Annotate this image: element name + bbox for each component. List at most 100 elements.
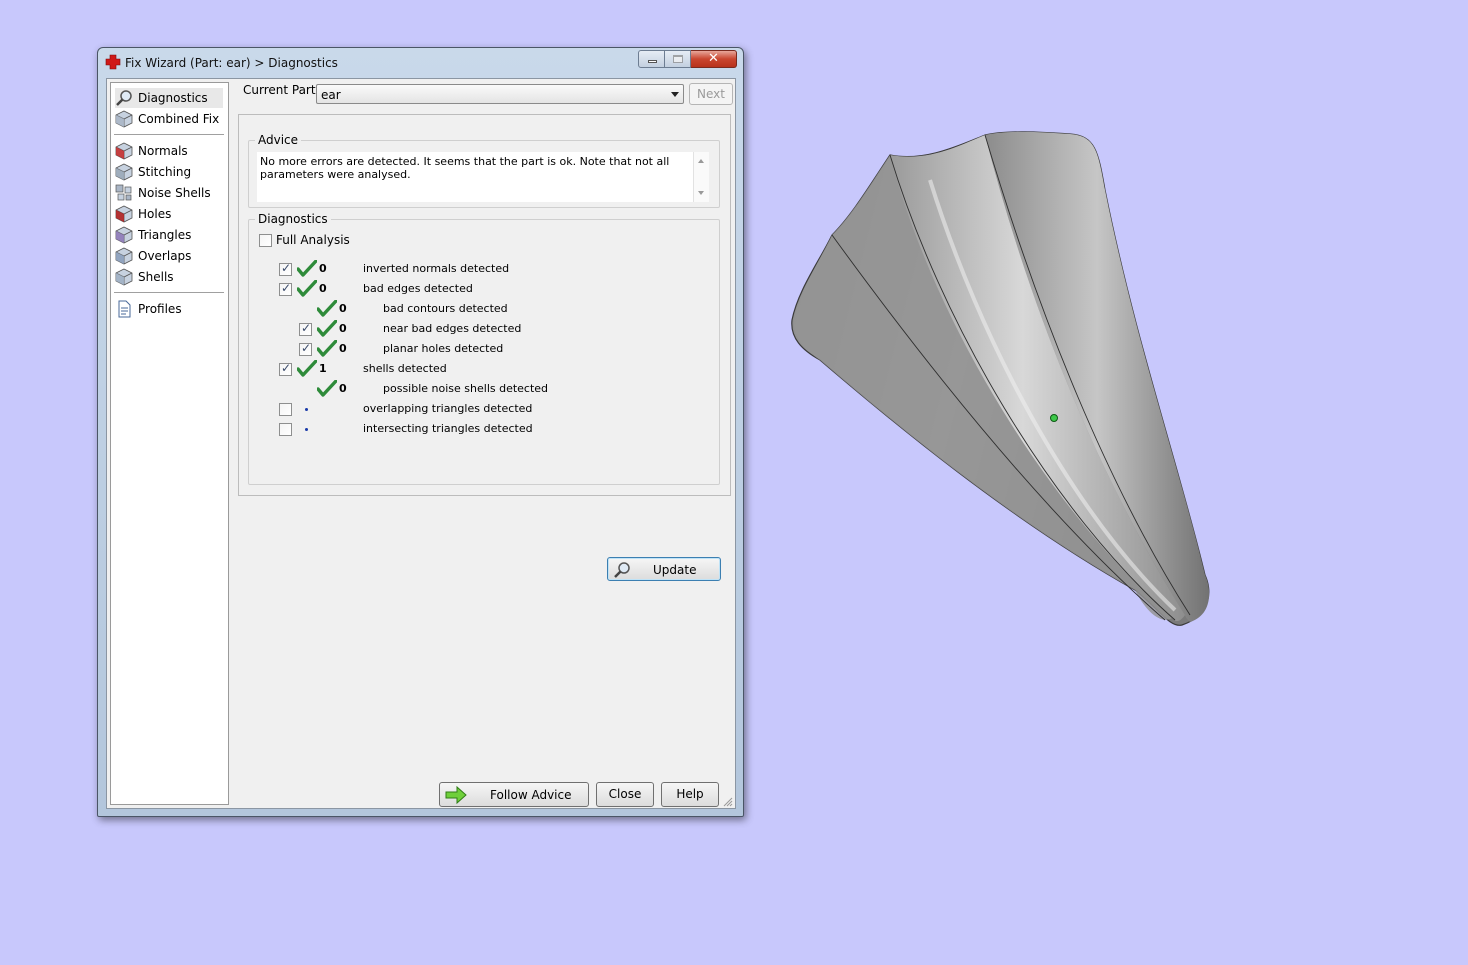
sidebar-item-combined-fix[interactable]: Combined Fix bbox=[115, 109, 223, 129]
diagnostic-count: 0 bbox=[319, 282, 327, 295]
sidebar-item-label: Triangles bbox=[138, 228, 192, 242]
red-cross-icon bbox=[105, 54, 121, 70]
diagnostics-group: Diagnostics Full Analysis 0 inverted norm… bbox=[248, 212, 721, 581]
advice-scrollbar[interactable] bbox=[693, 152, 709, 202]
title-bar[interactable]: Fix Wizard (Part: ear) > Diagnostics ✕ bbox=[98, 48, 743, 78]
sidebar-item-triangles[interactable]: Triangles bbox=[115, 225, 223, 245]
magnifier-icon bbox=[115, 89, 133, 107]
advice-group: Advice No more errors are detected. It s… bbox=[248, 133, 720, 208]
diagnostic-label: overlapping triangles detected bbox=[363, 402, 533, 415]
shells-cube-icon bbox=[115, 268, 133, 286]
magnifier-icon bbox=[613, 561, 631, 582]
sidebar-item-shells[interactable]: Shells bbox=[115, 267, 223, 287]
diagnostic-checkbox[interactable] bbox=[279, 403, 292, 416]
scroll-up-icon[interactable] bbox=[698, 159, 704, 163]
sidebar-item-diagnostics[interactable]: Diagnostics bbox=[115, 88, 223, 108]
diagnostic-count: 0 bbox=[319, 262, 327, 275]
diagnostic-label: shells detected bbox=[363, 362, 447, 375]
diagnostic-count: 0 bbox=[339, 322, 347, 335]
sidebar-divider bbox=[114, 292, 224, 293]
update-label: Update bbox=[653, 563, 697, 577]
sidebar-item-label: Shells bbox=[138, 270, 174, 284]
follow-advice-button[interactable]: Follow Advice bbox=[439, 782, 589, 807]
diagnostics-panel: Advice No more errors are detected. It s… bbox=[238, 114, 731, 581]
sidebar-item-holes[interactable]: Holes bbox=[115, 204, 223, 224]
diagnostic-count: 0 bbox=[339, 342, 347, 355]
diagnostic-count: 1 bbox=[319, 362, 327, 375]
window-close-button[interactable]: ✕ bbox=[691, 50, 737, 68]
holes-cube-icon bbox=[115, 205, 133, 223]
sidebar-item-label: Diagnostics bbox=[138, 91, 208, 105]
check-mark-icon bbox=[316, 379, 338, 398]
sidebar-item-noise-shells[interactable]: Noise Shells bbox=[115, 183, 223, 203]
advice-textbox[interactable]: No more errors are detected. It seems th… bbox=[257, 152, 709, 202]
scroll-down-icon[interactable] bbox=[698, 191, 704, 195]
window-client-area: Diagnostics Combined Fix Normals Stitching N… bbox=[106, 78, 736, 809]
diagnostic-label: bad contours detected bbox=[383, 302, 508, 315]
check-mark-icon bbox=[296, 259, 318, 278]
check-mark-icon bbox=[316, 299, 338, 318]
advice-title: Advice bbox=[255, 133, 302, 147]
resize-grip-icon[interactable] bbox=[723, 796, 733, 807]
diagnostic-label: inverted normals detected bbox=[363, 262, 510, 275]
stitching-cube-icon bbox=[115, 163, 133, 181]
noise-shells-icon bbox=[115, 184, 133, 202]
minimize-button[interactable] bbox=[638, 50, 665, 68]
diagnostic-label: possible noise shells detected bbox=[383, 382, 549, 395]
sidebar-item-normals[interactable]: Normals bbox=[115, 141, 223, 161]
document-icon bbox=[115, 300, 133, 318]
close-button[interactable]: Close bbox=[596, 782, 654, 807]
fix-wizard-window: Fix Wizard (Part: ear) > Diagnostics ✕ D… bbox=[97, 47, 744, 817]
full-analysis-label: Full Analysis bbox=[276, 233, 350, 247]
normals-cube-icon bbox=[115, 142, 133, 160]
sidebar-navigation: Diagnostics Combined Fix Normals Stitching N… bbox=[110, 82, 229, 805]
diagnostic-label: intersecting triangles detected bbox=[363, 422, 533, 435]
sidebar-item-label: Combined Fix bbox=[138, 112, 220, 126]
current-part-label: Current Part: bbox=[243, 83, 320, 97]
full-analysis-checkbox[interactable] bbox=[259, 234, 272, 247]
help-button[interactable]: Help bbox=[661, 782, 719, 807]
diagnostic-checkbox[interactable] bbox=[279, 261, 292, 276]
current-part-value: ear bbox=[321, 88, 341, 102]
current-part-select[interactable]: ear bbox=[316, 84, 684, 104]
advice-text: No more errors are detected. It seems th… bbox=[260, 155, 670, 181]
diagnostic-checkbox[interactable] bbox=[299, 321, 312, 336]
close-icon: ✕ bbox=[708, 51, 719, 66]
maximize-button[interactable] bbox=[665, 50, 691, 68]
caption-buttons: ✕ bbox=[638, 50, 737, 69]
diagnostic-checkbox[interactable] bbox=[299, 341, 312, 356]
window-title: Fix Wizard (Part: ear) > Diagnostics bbox=[125, 56, 338, 70]
cube-icon bbox=[115, 110, 133, 128]
sidebar-item-stitching[interactable]: Stitching bbox=[115, 162, 223, 182]
overlaps-cube-icon bbox=[115, 247, 133, 265]
diagnostic-label: bad edges detected bbox=[363, 282, 473, 295]
diagnostic-label: near bad edges detected bbox=[383, 322, 522, 335]
sidebar-item-profiles[interactable]: Profiles bbox=[115, 299, 223, 319]
sidebar-item-overlaps[interactable]: Overlaps bbox=[115, 246, 223, 266]
pivot-point-icon[interactable] bbox=[1050, 414, 1058, 422]
pending-dot-icon bbox=[305, 428, 308, 431]
diagnostic-checkbox[interactable] bbox=[279, 361, 292, 376]
diagnostic-label: planar holes detected bbox=[383, 342, 504, 355]
diagnostic-checkbox[interactable] bbox=[279, 423, 292, 436]
sidebar-item-label: Stitching bbox=[138, 165, 192, 179]
sidebar-divider bbox=[114, 134, 224, 135]
diagnostic-count: 0 bbox=[339, 382, 347, 395]
check-mark-icon bbox=[296, 359, 318, 378]
diagnostic-count: 0 bbox=[339, 302, 347, 315]
diagnostic-checkbox[interactable] bbox=[279, 281, 292, 296]
diagnostics-title: Diagnostics bbox=[255, 212, 331, 226]
next-button[interactable]: Next bbox=[689, 83, 733, 105]
update-button[interactable]: Update bbox=[607, 557, 721, 581]
3d-viewport[interactable] bbox=[780, 120, 1230, 640]
follow-advice-label: Follow Advice bbox=[490, 788, 572, 802]
sidebar-item-label: Noise Shells bbox=[138, 186, 211, 200]
pending-dot-icon bbox=[305, 408, 308, 411]
check-mark-icon bbox=[316, 339, 338, 358]
sidebar-item-label: Holes bbox=[138, 207, 172, 221]
sidebar-item-label: Normals bbox=[138, 144, 188, 158]
check-mark-icon bbox=[296, 279, 318, 298]
ear-part-model[interactable] bbox=[780, 120, 1230, 640]
triangles-cube-icon bbox=[115, 226, 133, 244]
check-mark-icon bbox=[316, 319, 338, 338]
